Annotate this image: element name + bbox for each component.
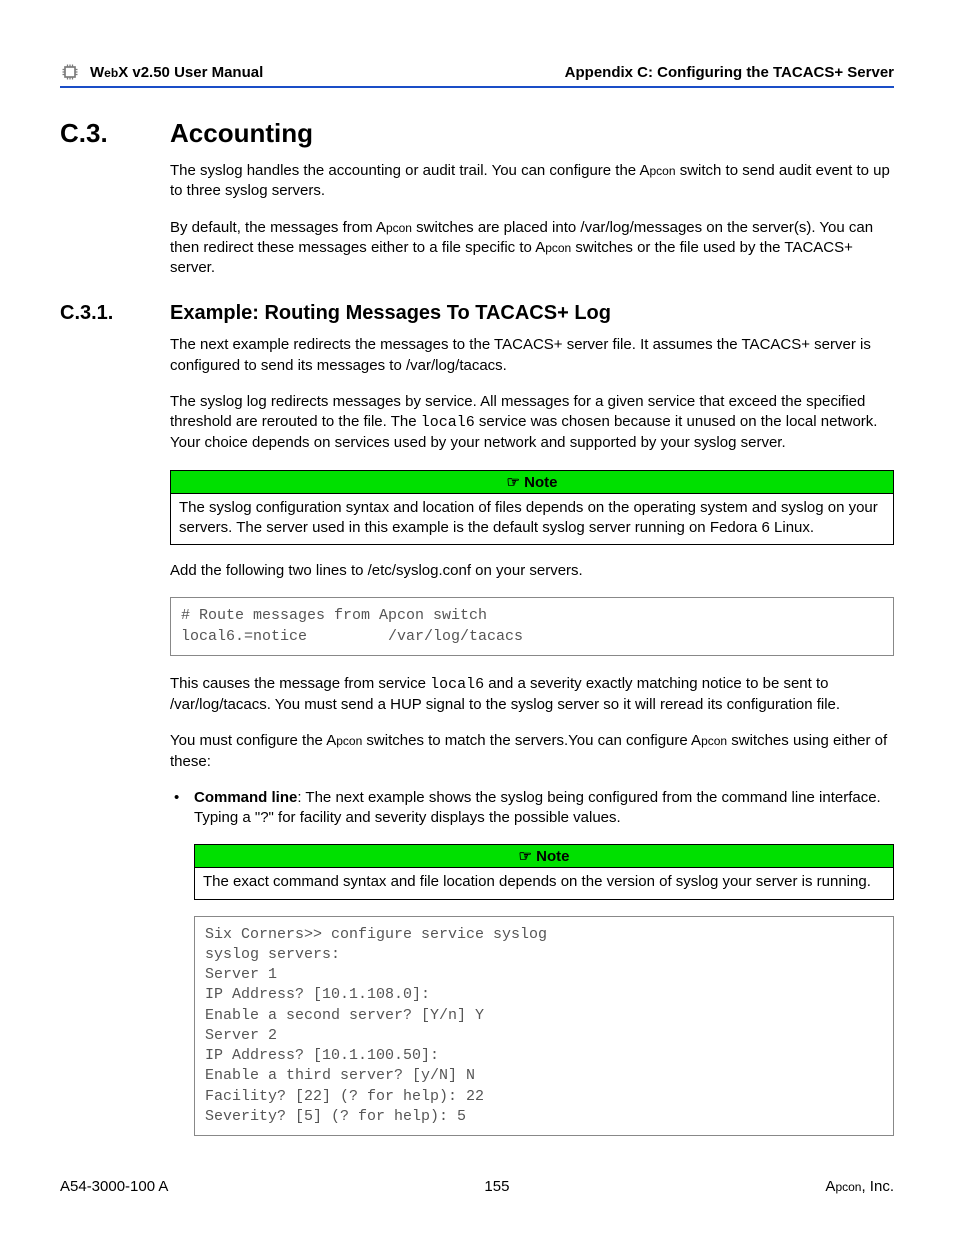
code-block: # Route messages from Apcon switch local… [170,597,894,656]
subsection-body: The next example redirects the messages … [170,335,894,1136]
para: This causes the message from service loc… [170,674,894,716]
list-item: Command line: The next example shows the… [170,788,894,829]
note-box: ☞ Note The exact command syntax and file… [194,844,894,899]
section-body: The syslog handles the accounting or aud… [170,161,894,278]
subsection-heading: C.3.1. Example: Routing Messages To TACA… [60,302,894,325]
section-title: Accounting [170,118,313,149]
note-icon: ☞ [519,848,537,865]
para: The next example redirects the messages … [170,335,894,376]
note-body: The exact command syntax and file locati… [195,868,893,898]
para: Add the following two lines to /etc/sysl… [170,561,894,581]
para: The syslog handles the accounting or aud… [170,161,894,202]
para: The syslog log redirects messages by ser… [170,392,894,454]
appendix-title: Appendix C: Configuring the TACACS+ Serv… [565,64,894,81]
footer-page-number: 155 [484,1178,509,1195]
code-block: Six Corners>> configure service syslog s… [194,916,894,1137]
chip-icon [60,62,80,82]
manual-title: WebX v2.50 User Manual [90,64,263,81]
page-footer: A54-3000-100 A 155 Apcon, Inc. [60,1178,894,1195]
section-heading: C.3. Accounting [60,118,894,149]
note-box: ☞ Note The syslog configuration syntax a… [170,470,894,546]
note-header: ☞ Note [195,845,893,868]
subsection-title: Example: Routing Messages To TACACS+ Log [170,302,611,325]
page-header: WebX v2.50 User Manual Appendix C: Confi… [60,62,894,88]
note-body: The syslog configuration syntax and loca… [171,494,893,545]
indented-block: ☞ Note The exact command syntax and file… [194,844,894,1136]
section-number: C.3. [60,118,170,149]
footer-left: A54-3000-100 A [60,1178,168,1195]
note-icon: ☞ [507,474,525,491]
bullet-list: Command line: The next example shows the… [170,788,894,829]
para: You must configure the Apcon switches to… [170,731,894,772]
page: WebX v2.50 User Manual Appendix C: Confi… [0,0,954,1235]
header-left: WebX v2.50 User Manual [60,62,263,82]
footer-right: Apcon, Inc. [825,1178,894,1195]
note-header: ☞ Note [171,471,893,494]
para: By default, the messages from Apcon swit… [170,218,894,279]
subsection-number: C.3.1. [60,302,170,325]
